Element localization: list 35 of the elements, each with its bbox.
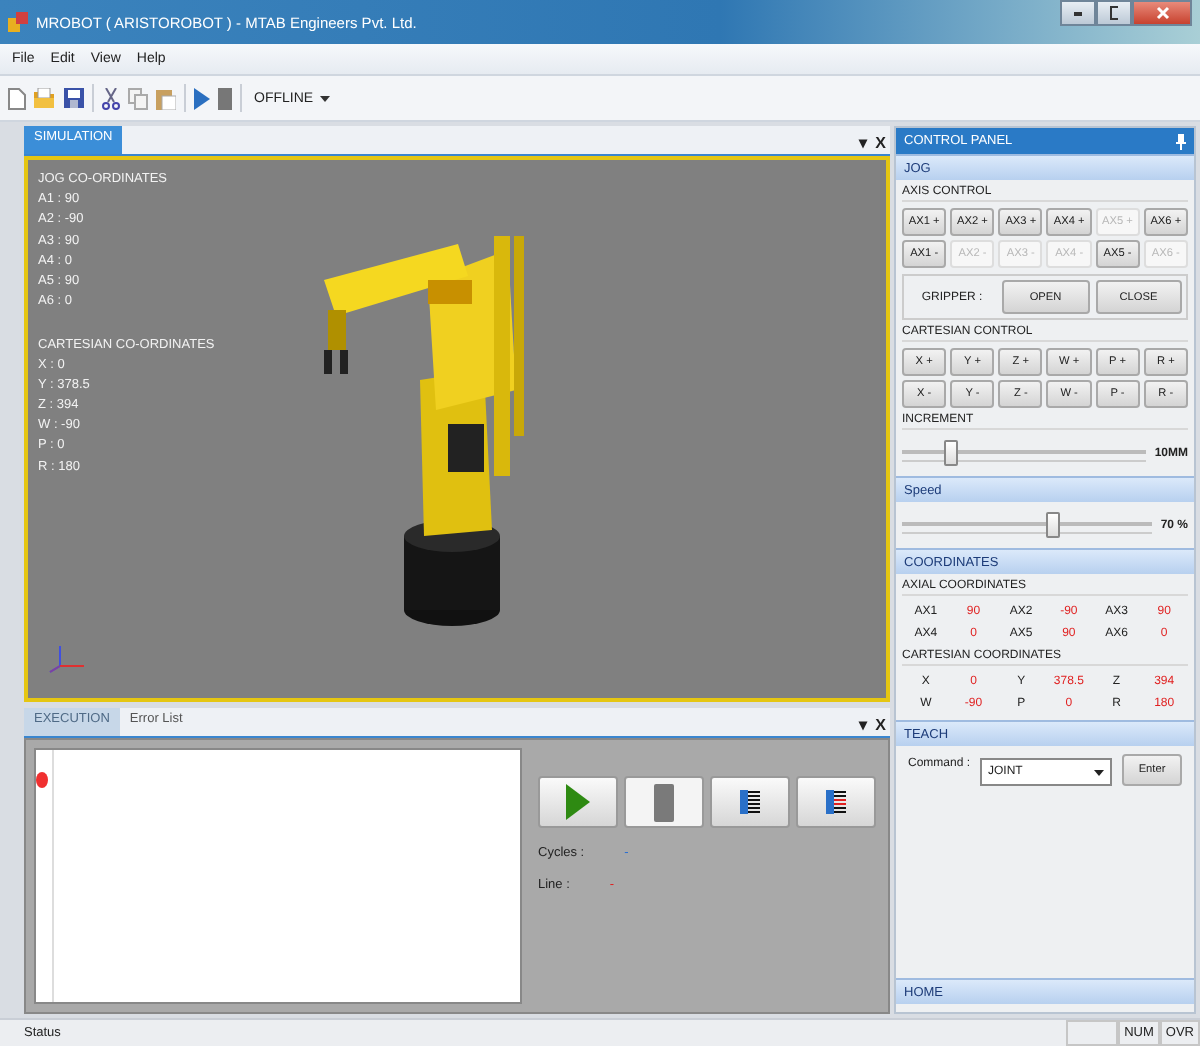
code-editor[interactable] (34, 748, 522, 1004)
caret-icon (1094, 769, 1104, 775)
slider-thumb[interactable] (944, 440, 959, 466)
caret-icon (319, 95, 330, 101)
close-button[interactable] (1132, 0, 1192, 26)
axis-triad-icon (48, 642, 88, 674)
play-icon (566, 784, 590, 820)
cut-icon[interactable] (102, 87, 120, 109)
run-button[interactable] (538, 776, 618, 828)
panel-menu-button[interactable]: ▾ (855, 716, 872, 736)
open-folder-icon[interactable] (34, 88, 56, 108)
step-button[interactable] (710, 776, 790, 828)
minimize-icon (1074, 10, 1082, 16)
minimize-button[interactable] (1060, 0, 1096, 26)
status-pane (1066, 1020, 1119, 1046)
app-icon (8, 12, 28, 32)
save-icon[interactable] (64, 88, 84, 108)
maximize-icon (1110, 6, 1118, 20)
close-icon (1155, 6, 1169, 20)
stop-icon (654, 783, 674, 821)
stop-button[interactable] (624, 776, 704, 828)
maximize-button[interactable] (1096, 0, 1132, 26)
panel-close-button[interactable]: X (871, 716, 890, 736)
slider-thumb[interactable] (1046, 512, 1061, 538)
play-icon[interactable] (194, 87, 210, 109)
stop-icon[interactable] (218, 87, 232, 109)
pin-icon[interactable] (1176, 133, 1186, 149)
list-icon (826, 790, 846, 814)
list-icon (740, 790, 760, 814)
new-file-icon[interactable] (8, 87, 26, 109)
panel-menu-button[interactable]: ▾ (855, 134, 872, 154)
paste-icon[interactable] (156, 87, 176, 109)
step-back-button[interactable] (796, 776, 876, 828)
panel-close-button[interactable]: X (871, 134, 890, 154)
breakpoint-icon (36, 772, 48, 788)
